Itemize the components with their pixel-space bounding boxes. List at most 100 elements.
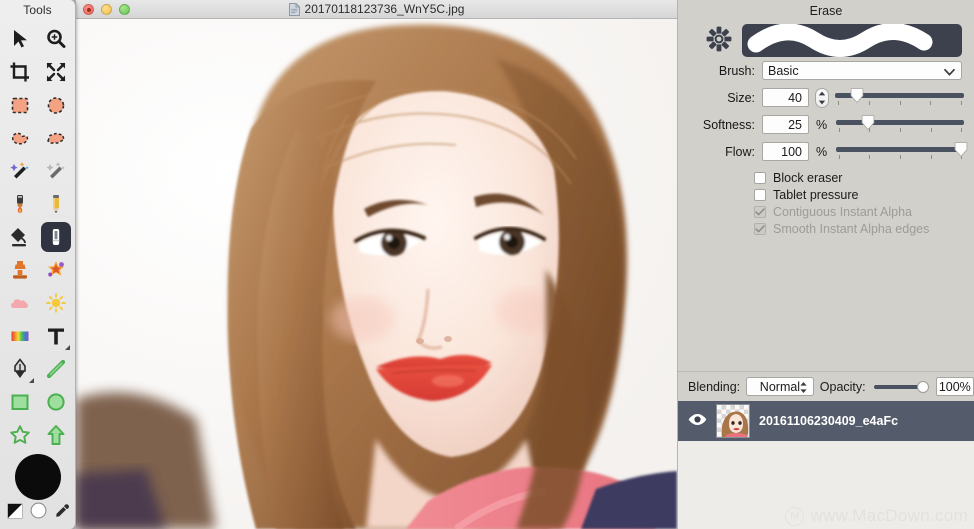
brush-select[interactable]: Basic	[762, 61, 962, 80]
instant-alpha-tool[interactable]	[5, 156, 35, 186]
size-stepper[interactable]	[815, 87, 829, 108]
tool-row	[0, 121, 75, 154]
smooth-instant-alpha-edges-label: Smooth Instant Alpha edges	[773, 221, 930, 236]
block-eraser-checkbox[interactable]	[754, 171, 766, 184]
flow-slider[interactable]	[836, 141, 968, 162]
clone-stamp-tool[interactable]	[5, 255, 35, 285]
smart-lasso-tool[interactable]	[41, 156, 71, 186]
opacity-slider[interactable]	[873, 380, 929, 394]
brush-tool[interactable]	[5, 189, 35, 219]
fill-tool[interactable]	[5, 222, 35, 252]
tablet-pressure-row[interactable]: Tablet pressure	[678, 186, 974, 203]
eye-visibility-icon[interactable]	[688, 413, 707, 429]
layers-list: 20161106230409_e4aFc M www.MacDown.com	[678, 401, 974, 529]
contiguous-instant-alpha-row: Contiguous Instant Alpha	[678, 203, 974, 220]
pen-tool[interactable]	[5, 354, 35, 384]
arrow-select-tool[interactable]	[5, 24, 35, 54]
block-eraser-label: Block eraser	[773, 170, 843, 185]
tool-row	[0, 253, 75, 286]
pencil-tool[interactable]	[41, 189, 71, 219]
flow-unit: %	[816, 144, 828, 159]
background-color-swatch[interactable]	[30, 502, 47, 524]
photo-layer-image	[76, 19, 677, 529]
blending-label: Blending:	[688, 379, 741, 394]
flow-input[interactable]: 100	[762, 142, 809, 161]
block-eraser-row[interactable]: Block eraser	[678, 169, 974, 186]
text-tool[interactable]	[41, 321, 71, 351]
flow-slider-track	[836, 146, 964, 152]
resize-tool[interactable]	[41, 57, 71, 87]
layer-blending-bar: Blending: Normal Opacity: 100%	[678, 371, 974, 401]
rectangle-shape-tool[interactable]	[5, 387, 35, 417]
flow-slider-ticks	[836, 154, 964, 160]
tablet-pressure-checkbox[interactable]	[754, 188, 766, 201]
flow-label: Flow:	[725, 144, 755, 159]
mini-color-wells	[7, 502, 70, 529]
brush-label: Brush:	[718, 63, 755, 78]
eyedropper-icon[interactable]	[54, 503, 70, 524]
blending-mode-select[interactable]: Normal	[746, 377, 814, 396]
chevron-down-icon	[944, 66, 955, 80]
watermark: M www.MacDown.com	[785, 506, 968, 526]
size-input[interactable]: 40	[762, 88, 809, 107]
layer-row[interactable]: 20161106230409_e4aFc	[678, 401, 974, 441]
star-shape-tool[interactable]	[5, 420, 35, 450]
document-icon	[288, 2, 300, 16]
size-slider[interactable]	[835, 87, 964, 108]
tool-row	[0, 55, 75, 88]
tool-row	[0, 187, 75, 220]
tool-row	[0, 88, 75, 121]
ellipse-shape-tool[interactable]	[41, 387, 71, 417]
softness-row: Softness: 25 %	[678, 111, 974, 138]
tools-palette-title: Tools	[23, 3, 52, 17]
zoom-tool[interactable]	[41, 24, 71, 54]
tool-row	[0, 22, 75, 55]
brush-select-value: Basic	[768, 63, 799, 78]
inspector-panel: Erase Brush: Basic Size: 40 Softness: 25…	[677, 0, 974, 529]
softness-slider-thumb[interactable]	[861, 114, 875, 130]
softness-slider[interactable]	[836, 114, 964, 135]
foreground-color-swatch[interactable]	[15, 454, 61, 500]
line-tool[interactable]	[41, 354, 71, 384]
image-canvas[interactable]	[76, 19, 677, 529]
crop-tool[interactable]	[5, 57, 35, 87]
lasso-tool[interactable]	[5, 123, 35, 153]
gradient-tool[interactable]	[5, 321, 35, 351]
inspector-title: Erase	[809, 4, 843, 18]
window-titlebar[interactable]: 20170118123736_WnY5C.jpg	[76, 0, 677, 19]
arrow-shape-tool[interactable]	[41, 420, 71, 450]
softness-input[interactable]: 25	[762, 115, 809, 134]
flow-slider-thumb[interactable]	[955, 141, 968, 157]
window-title-area: 20170118123736_WnY5C.jpg	[76, 2, 677, 16]
flow-row: Flow: 100 %	[678, 138, 974, 165]
tool-row	[0, 319, 75, 352]
brush-stroke-preview[interactable]	[742, 24, 962, 57]
polygonal-lasso-tool[interactable]	[41, 123, 71, 153]
softness-unit: %	[816, 117, 828, 132]
size-slider-thumb[interactable]	[850, 87, 864, 103]
gear-icon[interactable]	[706, 26, 732, 55]
tablet-pressure-label: Tablet pressure	[773, 187, 859, 202]
smooth-instant-alpha-edges-checkbox	[754, 222, 766, 235]
panel-spacer	[678, 237, 974, 371]
softness-label: Softness:	[702, 117, 755, 132]
opacity-value-field[interactable]: 100%	[935, 377, 974, 396]
blur-tool[interactable]	[5, 288, 35, 318]
text-tool-options-triangle	[64, 344, 70, 350]
contiguous-instant-alpha-checkbox	[754, 205, 766, 218]
opacity-slider-knob[interactable]	[916, 380, 929, 393]
eraser-tool[interactable]	[40, 221, 71, 252]
image-window: 20170118123736_WnY5C.jpg	[76, 0, 677, 529]
rectangular-marquee-tool[interactable]	[5, 90, 35, 120]
layer-thumbnail	[716, 404, 750, 438]
window-title-text: 20170118123736_WnY5C.jpg	[304, 2, 465, 16]
size-label: Size:	[727, 90, 755, 105]
tool-row	[0, 220, 75, 253]
opacity-label: Opacity:	[819, 379, 866, 394]
sharpen-tool[interactable]	[41, 288, 71, 318]
retouch-tool[interactable]	[41, 255, 71, 285]
pen-tool-options-triangle	[28, 377, 34, 383]
default-colors-icon[interactable]	[7, 503, 23, 524]
elliptical-marquee-tool[interactable]	[41, 90, 71, 120]
tool-row	[0, 385, 75, 418]
